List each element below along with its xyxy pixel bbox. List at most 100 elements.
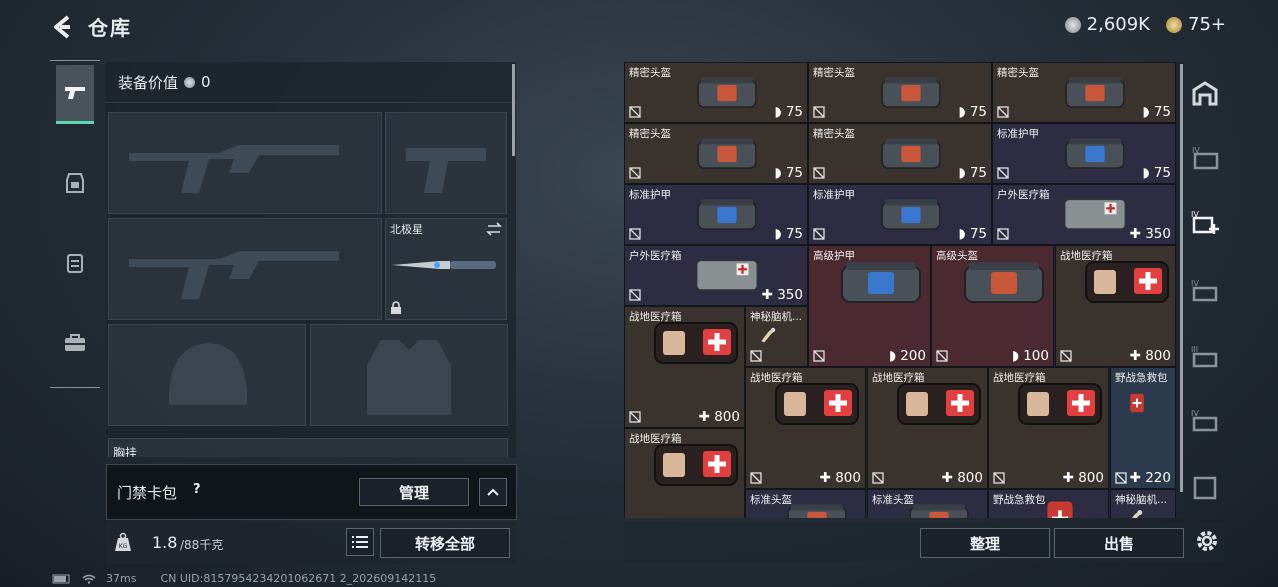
no-trade-icon: [813, 167, 825, 179]
storage-item[interactable]: 战地医疗箱 ✚ 800: [624, 306, 745, 428]
tab-weapons[interactable]: [56, 65, 94, 124]
storage-tab-iv-c[interactable]: IV: [1190, 406, 1224, 440]
back-icon[interactable]: [50, 14, 74, 40]
item-image-icon: [651, 317, 741, 367]
keycard-label: 门禁卡包: [117, 484, 178, 502]
item-value: 800: [957, 470, 983, 486]
storage-item[interactable]: 战地医疗箱 ✚ 800: [867, 367, 988, 489]
silver-coin-icon: [184, 76, 196, 88]
item-value: 75: [785, 226, 803, 242]
storage-tab-add[interactable]: IV: [1190, 208, 1224, 242]
category-tabs: [50, 60, 100, 388]
item-value: 75: [785, 165, 803, 181]
storage-tab-iv-a[interactable]: IV: [1190, 144, 1224, 178]
storage-item[interactable]: 户外医疗箱 ✚ 350: [624, 245, 808, 306]
lock-icon: [390, 301, 402, 315]
no-trade-icon: [997, 167, 1009, 179]
storage-item[interactable]: 精密头盔 ◗ 75: [808, 123, 992, 184]
secondary-weapon-slot[interactable]: [108, 218, 382, 320]
organize-button[interactable]: 整理: [920, 528, 1050, 558]
storage-item[interactable]: 野战急救包: [988, 489, 1109, 518]
plus-icon: ✚: [819, 470, 836, 486]
storage-tab-iv-b[interactable]: IV: [1190, 276, 1224, 310]
storage-tab-locker[interactable]: [1190, 472, 1224, 506]
storage-scrollbar[interactable]: [1180, 64, 1183, 492]
durability-value: ◗ 75: [774, 104, 803, 120]
plus-icon: ✚: [1129, 470, 1146, 486]
healing-value: ✚ 800: [699, 409, 740, 425]
transfer-all-button[interactable]: 转移全部: [380, 528, 510, 558]
item-image-icon: [866, 134, 956, 171]
storage-item[interactable]: 战地医疗箱 ✚ 800: [988, 367, 1109, 489]
storage-item[interactable]: 精密头盔 ◗ 75: [624, 62, 808, 123]
storage-item[interactable]: 高级头盔 ◗ 100: [931, 245, 1054, 367]
no-trade-icon: [629, 228, 641, 240]
equipment-value-row: 装备价值 0: [106, 62, 516, 103]
item-image-icon: [651, 439, 741, 489]
collapse-button[interactable]: [479, 478, 507, 506]
list-view-button[interactable]: [346, 528, 374, 556]
item-name: 标准护甲: [813, 189, 855, 201]
pistol-slot[interactable]: [385, 112, 507, 214]
storage-item[interactable]: 标准护甲 ◗ 75: [624, 184, 808, 245]
storage-item[interactable]: 精密头盔 ◗ 75: [992, 62, 1176, 123]
storage-item[interactable]: 战地医疗箱 ✚ 800: [1055, 245, 1176, 367]
silver-amount: 2,609K: [1086, 14, 1150, 35]
melee-name: 北极星: [390, 223, 423, 236]
swap-icon[interactable]: [486, 222, 502, 236]
tab-rig[interactable]: [56, 235, 94, 291]
ping-value: 37ms: [106, 572, 137, 585]
item-name: 精密头盔: [813, 128, 855, 140]
storage-item[interactable]: 神秘脑机...: [1110, 489, 1176, 518]
no-trade-icon: [750, 350, 762, 362]
item-image-icon: [1015, 500, 1105, 518]
equipment-scrollbar[interactable]: [512, 64, 515, 156]
item-image-icon: [1015, 378, 1105, 428]
silver-coin-icon: [1064, 16, 1081, 33]
keycard-bar: 门禁卡包 ? 管理: [106, 464, 517, 520]
status-bar: 37ms CN UID:8157954234201062671 2_202609…: [52, 572, 436, 585]
manage-button[interactable]: 管理: [359, 478, 469, 506]
storage-item[interactable]: 标准头盔: [867, 489, 988, 518]
storage-item[interactable]: 高级护甲 ◗ 200: [808, 245, 931, 367]
shield-icon: ◗: [958, 165, 970, 181]
storage-item[interactable]: 精密头盔 ◗ 75: [624, 123, 808, 184]
help-icon[interactable]: ?: [193, 482, 201, 497]
plus-icon: ✚: [1129, 348, 1146, 364]
storage-item[interactable]: 标准护甲 ◗ 75: [808, 184, 992, 245]
durability-value: ◗ 75: [958, 226, 987, 242]
weight-current: 1.8: [152, 533, 178, 552]
sell-button[interactable]: 出售: [1054, 528, 1184, 558]
storage-item[interactable]: 战地医疗箱: [624, 428, 745, 518]
healing-value: ✚ 800: [1063, 470, 1104, 486]
weight-icon: KG: [114, 532, 132, 552]
rifle-silhouette-icon: [129, 145, 339, 193]
storage-item[interactable]: 户外医疗箱 ✚ 350: [992, 184, 1176, 245]
helmet-slot[interactable]: [108, 324, 306, 426]
body-armor-slot[interactable]: [310, 324, 508, 426]
no-trade-icon: [993, 472, 1005, 484]
gun-icon: [63, 83, 87, 103]
storage-item[interactable]: 标准头盔: [745, 489, 866, 518]
chest-rig-slot[interactable]: 胸挂: [108, 438, 508, 457]
item-image-icon: [1050, 134, 1140, 171]
svg-text:IV: IV: [1191, 279, 1199, 288]
storage-item[interactable]: 神秘脑机...: [745, 306, 808, 367]
gear-icon[interactable]: [1194, 528, 1220, 554]
storage-item[interactable]: 野战急救包 ✚ 220: [1110, 367, 1176, 489]
plus-icon: ✚: [1129, 226, 1146, 242]
storage-item[interactable]: 战地医疗箱 ✚ 800: [745, 367, 866, 489]
svg-text:IV: IV: [1192, 146, 1200, 155]
warehouse-tab[interactable]: [1190, 78, 1224, 112]
item-name: 标准护甲: [997, 128, 1039, 140]
storage-item[interactable]: 精密头盔 ◗ 75: [808, 62, 992, 123]
storage-item[interactable]: 标准护甲 ◗ 75: [992, 123, 1176, 184]
tab-bag[interactable]: [56, 315, 94, 371]
no-trade-icon: [936, 350, 948, 362]
primary-weapon-slot[interactable]: [108, 112, 382, 214]
melee-slot[interactable]: 北极星: [385, 218, 507, 320]
briefcase-icon: [64, 334, 86, 352]
tab-armor[interactable]: [56, 155, 94, 211]
durability-value: ◗ 75: [1142, 165, 1171, 181]
storage-tab-iii[interactable]: III: [1190, 342, 1224, 376]
